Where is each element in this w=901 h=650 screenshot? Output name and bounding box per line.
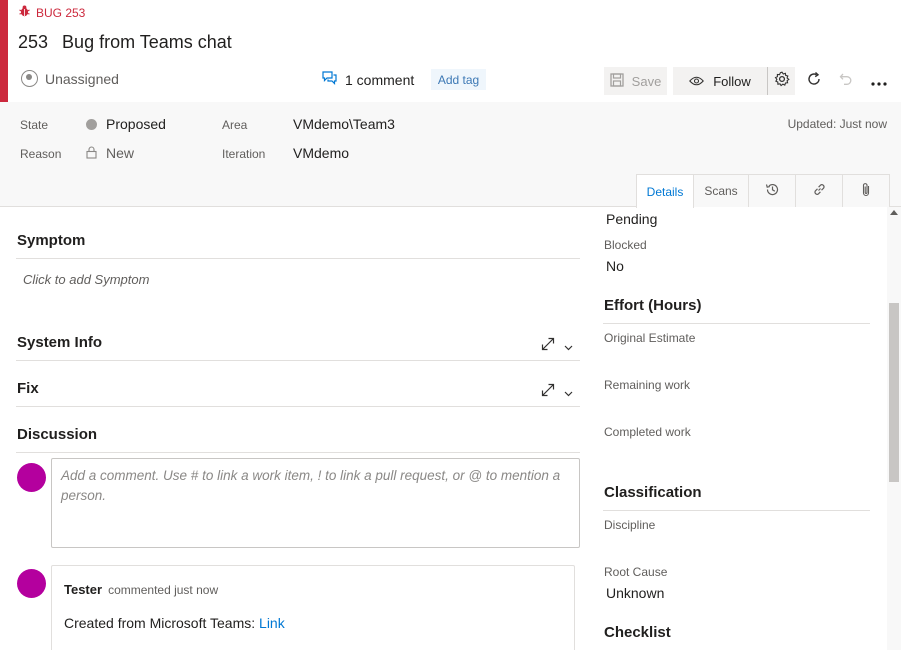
iteration-label: Iteration: [222, 147, 266, 161]
comment-meta: commented just now: [108, 583, 219, 597]
chevron-down-icon[interactable]: [564, 338, 573, 354]
discussion-section-title: Discussion: [17, 426, 98, 443]
assigned-to-value: Unassigned: [45, 70, 119, 87]
comments-link[interactable]: 1 comment: [322, 71, 414, 88]
work-item-title-row[interactable]: 253 Bug from Teams chat: [18, 32, 232, 53]
blocked-value[interactable]: No: [606, 258, 624, 274]
pending-value[interactable]: Pending: [606, 211, 657, 227]
reason-field: New: [86, 145, 134, 162]
refresh-button[interactable]: [800, 67, 828, 95]
comment-body: Created from Microsoft Teams: Link: [64, 615, 285, 631]
system-info-actions: [541, 337, 573, 354]
more-icon: [871, 71, 887, 91]
remaining-work-label: Remaining work: [604, 378, 691, 392]
history-icon: [765, 182, 780, 200]
more-actions-button[interactable]: [865, 67, 893, 95]
expand-icon[interactable]: [541, 337, 555, 354]
discipline-label: Discipline: [604, 518, 656, 532]
lock-icon: [86, 146, 97, 162]
original-estimate-label: Original Estimate: [604, 331, 696, 345]
fix-divider: [16, 406, 580, 407]
effort-section-title: Effort (Hours): [604, 297, 702, 314]
settings-button[interactable]: [767, 67, 795, 95]
save-label: Save: [631, 73, 662, 89]
save-icon: [610, 72, 624, 90]
checklist-section-title: Checklist: [604, 624, 671, 641]
expand-icon[interactable]: [541, 383, 555, 400]
root-cause-value[interactable]: Unknown: [606, 585, 664, 601]
effort-divider: [603, 323, 870, 324]
refresh-icon: [806, 71, 822, 92]
work-item-title[interactable]: Bug from Teams chat: [62, 32, 232, 53]
discussion-divider: [16, 452, 580, 453]
state-field[interactable]: Proposed: [86, 116, 166, 132]
state-color-dot: [86, 119, 97, 130]
system-info-divider: [16, 360, 580, 361]
symptom-divider: [16, 258, 580, 259]
comment-icon: [322, 71, 337, 88]
state-value: Proposed: [106, 116, 166, 132]
work-item-type-color-bar: [0, 0, 8, 102]
area-label: Area: [222, 118, 248, 132]
updated-timestamp: Updated: Just now: [787, 117, 887, 131]
comment-link[interactable]: Link: [259, 615, 285, 631]
eye-icon: [689, 74, 705, 89]
system-info-section-title[interactable]: System Info: [17, 334, 102, 351]
blocked-label: Blocked: [604, 238, 647, 252]
root-cause-label: Root Cause: [604, 565, 668, 579]
undo-button[interactable]: [832, 67, 860, 95]
current-user-avatar: [17, 463, 46, 492]
symptom-section-title: Symptom: [17, 232, 86, 249]
undo-icon: [839, 71, 853, 91]
bug-icon: [19, 5, 30, 20]
comment-text: Created from Microsoft Teams:: [64, 615, 260, 631]
work-item-fields-band: State Proposed Reason New Area VMdemo\Te…: [0, 102, 901, 208]
reason-value: New: [106, 145, 135, 161]
scroll-up-arrow[interactable]: [890, 210, 898, 215]
tab-details[interactable]: Details: [636, 174, 694, 208]
comment-author-avatar: [17, 569, 46, 598]
work-item-type: BUG 253: [19, 5, 85, 20]
reason-label: Reason: [20, 147, 62, 161]
follow-label: Follow: [713, 73, 751, 89]
symptom-input[interactable]: Click to add Symptom: [23, 272, 149, 287]
comment-input[interactable]: Add a comment. Use # to link a work item…: [51, 458, 580, 548]
iteration-value[interactable]: VMdemo: [293, 145, 349, 161]
scrollbar-thumb[interactable]: [889, 303, 899, 482]
attachment-icon: [861, 182, 871, 200]
follow-button[interactable]: Follow: [673, 67, 767, 95]
work-item-tabs: Details Scans: [636, 174, 890, 208]
classification-section-title: Classification: [604, 484, 702, 501]
link-icon: [812, 182, 827, 200]
comment-header: Tester commented just now: [64, 582, 218, 597]
area-value[interactable]: VMdemo\Team3: [293, 116, 395, 132]
tab-links[interactable]: [795, 174, 843, 207]
chevron-down-icon[interactable]: [564, 384, 573, 400]
fix-section-title[interactable]: Fix: [17, 380, 39, 397]
work-item-id: 253: [18, 32, 49, 52]
completed-work-label: Completed work: [604, 425, 691, 439]
assigned-to-field[interactable]: Unassigned: [21, 70, 119, 87]
gear-icon: [774, 71, 790, 92]
tab-attachments[interactable]: [842, 174, 890, 207]
comment-card: Tester commented just now Created from Mi…: [51, 565, 575, 650]
tab-history[interactable]: [748, 174, 796, 207]
fix-actions: [541, 383, 573, 400]
comment-count: 1 comment: [345, 71, 415, 88]
work-item-type-label: BUG 253: [36, 5, 86, 20]
add-tag-button[interactable]: Add tag: [431, 69, 486, 90]
unassigned-avatar-icon: [21, 70, 38, 87]
tab-scans[interactable]: Scans: [693, 174, 749, 207]
save-button[interactable]: Save: [604, 67, 667, 95]
classification-divider: [603, 510, 870, 511]
comment-author: Tester: [64, 582, 103, 597]
state-label: State: [20, 118, 49, 132]
